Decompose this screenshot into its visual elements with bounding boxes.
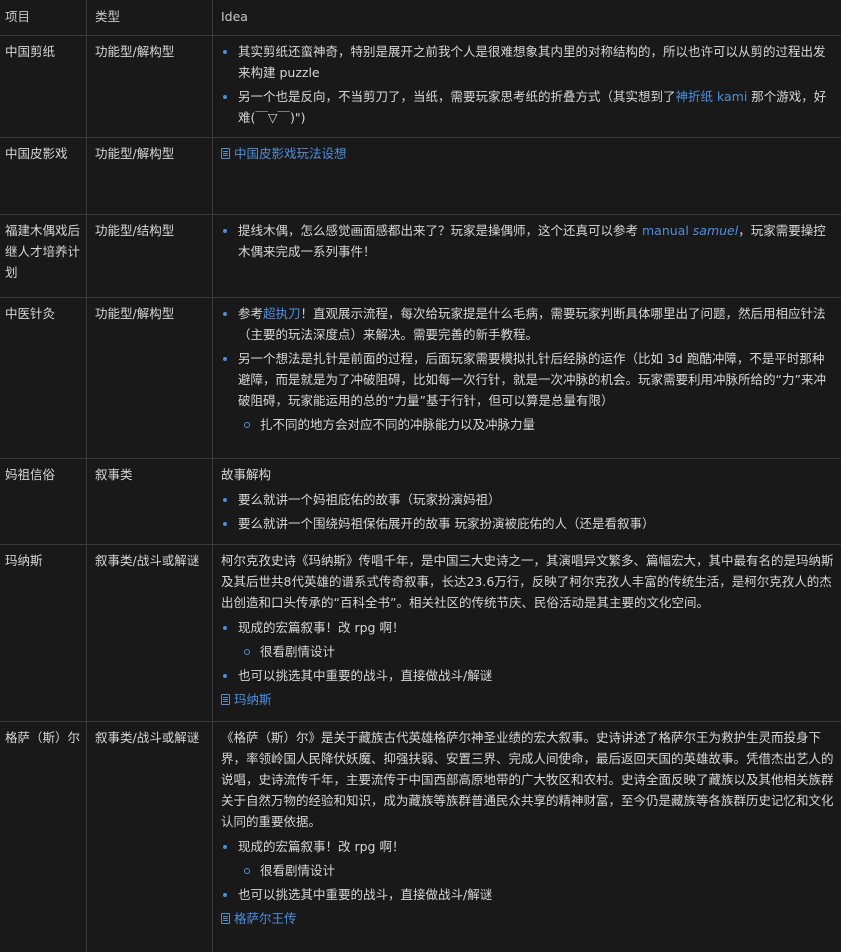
type-cell[interactable]: 功能型/结构型	[87, 215, 213, 297]
type-cell[interactable]: 功能型/解构型	[87, 298, 213, 458]
list-item: 参考超执刀！直观展示流程，每次给玩家提是什么毛病，需要玩家判断具体哪里出了问题，…	[221, 303, 835, 345]
idea-cell[interactable]: 提线木偶，怎么感觉画面感都出来了？玩家是操偶师，这个还真可以参考 manual …	[213, 215, 841, 297]
page-link-label: 玛纳斯	[234, 692, 272, 707]
sub-list-item: 很看剧情设计	[243, 860, 835, 881]
type-cell[interactable]: 叙事类	[87, 459, 213, 544]
list-item: 现成的宏篇叙事！改 rpg 啊！	[221, 617, 835, 638]
bullet-text: 提线木偶，怎么感觉画面感都出来了？玩家是操偶师，这个还真可以参考	[238, 223, 642, 238]
intro-text: 《格萨（斯）尔》是关于藏族古代英雄格萨尔神圣业绩的宏大叙事。史诗讲述了格萨尔王为…	[221, 730, 834, 829]
page-link[interactable]: 中国皮影戏玩法设想	[221, 143, 835, 164]
type-cell[interactable]: 功能型/解构型	[87, 36, 213, 137]
page-link[interactable]: 玛纳斯	[221, 689, 835, 710]
header-project[interactable]: 项目	[0, 0, 87, 35]
list-item: 提线木偶，怎么感觉画面感都出来了？玩家是操偶师，这个还真可以参考 manual …	[221, 220, 835, 262]
type-cell[interactable]: 叙事类/战斗或解谜	[87, 722, 213, 952]
bullet-text: 另一个也是反向，不当剪刀了，当纸，需要玩家思考纸的折叠方式（其实想到了	[238, 89, 676, 104]
table-row: 福建木偶戏后继人才培养计划 功能型/结构型 提线木偶，怎么感觉画面感都出来了？玩…	[0, 215, 841, 298]
idea-cell[interactable]: 中国皮影戏玩法设想	[213, 138, 841, 214]
page-link-label: 格萨尔王传	[234, 911, 297, 926]
table-row: 中医针灸 功能型/解构型 参考超执刀！直观展示流程，每次给玩家提是什么毛病，需要…	[0, 298, 841, 459]
table-row: 妈祖信俗 叙事类 故事解构 要么就讲一个妈祖庇佑的故事（玩家扮演妈祖） 要么就讲…	[0, 459, 841, 545]
list-item: 另一个也是反向，不当剪刀了，当纸，需要玩家思考纸的折叠方式（其实想到了神折纸 k…	[221, 86, 835, 128]
project-cell[interactable]: 中国皮影戏	[0, 138, 87, 214]
link-text: manual	[641, 223, 693, 238]
idea-cell[interactable]: 参考超执刀！直观展示流程，每次给玩家提是什么毛病，需要玩家判断具体哪里出了问题，…	[213, 298, 841, 458]
table-row: 玛纳斯 叙事类/战斗或解谜 柯尔克孜史诗《玛纳斯》传唱千年，是中国三大史诗之一，…	[0, 545, 841, 722]
table-row: 格萨（斯）尔 叙事类/战斗或解谜 《格萨（斯）尔》是关于藏族古代英雄格萨尔神圣业…	[0, 722, 841, 952]
list-item: 要么就讲一个妈祖庇佑的故事（玩家扮演妈祖）	[221, 489, 835, 510]
project-cell[interactable]: 玛纳斯	[0, 545, 87, 721]
list-item: 也可以挑选其中重要的战斗，直接做战斗/解谜	[221, 884, 835, 905]
page-icon	[221, 694, 230, 705]
page-icon	[221, 148, 230, 159]
header-idea[interactable]: Idea	[213, 0, 841, 35]
page-icon	[221, 913, 230, 924]
kami-link[interactable]: 神折纸 kami	[676, 89, 748, 104]
type-cell[interactable]: 叙事类/战斗或解谜	[87, 545, 213, 721]
project-cell[interactable]: 中医针灸	[0, 298, 87, 458]
sub-list-item: 很看剧情设计	[243, 641, 835, 662]
table-header: 项目 类型 Idea	[0, 0, 841, 36]
page-link-label: 中国皮影戏玩法设想	[234, 146, 347, 161]
project-cell[interactable]: 格萨（斯）尔	[0, 722, 87, 952]
idea-cell[interactable]: 其实剪纸还蛮神奇，特别是展开之前我个人是很难想象其内里的对称结构的，所以也许可以…	[213, 36, 841, 137]
intro-text: 故事解构	[221, 467, 272, 482]
table-row: 中国皮影戏 功能型/解构型 中国皮影戏玩法设想	[0, 138, 841, 215]
intro-text: 柯尔克孜史诗《玛纳斯》传唱千年，是中国三大史诗之一，其演唱异文繁多、篇幅宏大，其…	[221, 553, 834, 610]
chaozhidao-link[interactable]: 超执刀	[263, 306, 301, 321]
manual-samuel-link[interactable]: manual samuel	[642, 223, 738, 238]
project-cell[interactable]: 福建木偶戏后继人才培养计划	[0, 215, 87, 297]
bullet-text: 参考	[238, 306, 264, 321]
idea-cell[interactable]: 柯尔克孜史诗《玛纳斯》传唱千年，是中国三大史诗之一，其演唱异文繁多、篇幅宏大，其…	[213, 545, 841, 721]
sub-list-item: 扎不同的地方会对应不同的冲脉能力以及冲脉力量	[243, 414, 835, 435]
list-item: 另一个想法是扎针是前面的过程，后面玩家需要模拟扎针后经脉的运作（比如 3d 跑酷…	[221, 348, 835, 411]
idea-table: 项目 类型 Idea 中国剪纸 功能型/解构型 其实剪纸还蛮神奇，特别是展开之前…	[0, 0, 841, 952]
project-cell[interactable]: 妈祖信俗	[0, 459, 87, 544]
bullet-text: ！直观展示流程，每次给玩家提是什么毛病，需要玩家判断具体哪里出了问题，然后用相应…	[238, 306, 826, 342]
table-row: 中国剪纸 功能型/解构型 其实剪纸还蛮神奇，特别是展开之前我个人是很难想象其内里…	[0, 36, 841, 138]
list-item: 其实剪纸还蛮神奇，特别是展开之前我个人是很难想象其内里的对称结构的，所以也许可以…	[221, 41, 835, 83]
idea-cell[interactable]: 《格萨（斯）尔》是关于藏族古代英雄格萨尔神圣业绩的宏大叙事。史诗讲述了格萨尔王为…	[213, 722, 841, 952]
page-link[interactable]: 格萨尔王传	[221, 908, 835, 929]
list-item: 也可以挑选其中重要的战斗，直接做战斗/解谜	[221, 665, 835, 686]
list-item: 现成的宏篇叙事！改 rpg 啊！	[221, 836, 835, 857]
header-type[interactable]: 类型	[87, 0, 213, 35]
type-cell[interactable]: 功能型/解构型	[87, 138, 213, 214]
project-cell[interactable]: 中国剪纸	[0, 36, 87, 137]
link-text: samuel	[692, 223, 739, 238]
idea-cell[interactable]: 故事解构 要么就讲一个妈祖庇佑的故事（玩家扮演妈祖） 要么就讲一个围绕妈祖保佑展…	[213, 459, 841, 544]
list-item: 要么就讲一个围绕妈祖保佑展开的故事 玩家扮演被庇佑的人（还是看叙事）	[221, 513, 835, 534]
